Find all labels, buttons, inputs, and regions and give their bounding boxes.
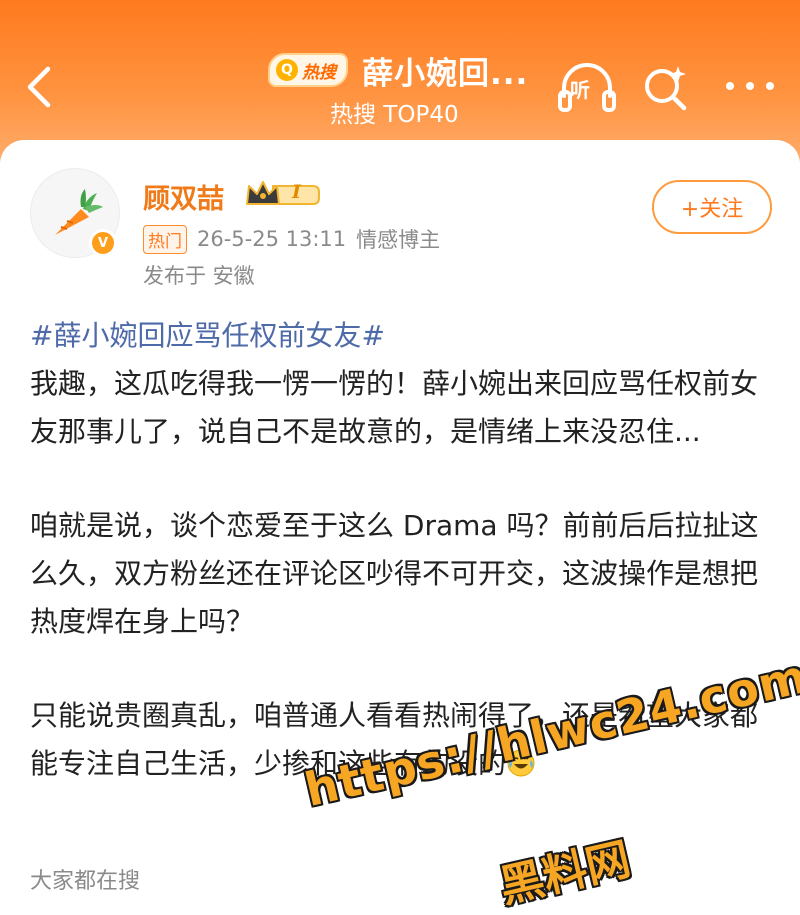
listen-button[interactable]: 听 — [556, 58, 618, 118]
hot-badge-label: 热搜 — [302, 62, 336, 83]
title-row: Q 热搜 薛小婉回... — [268, 48, 528, 92]
level-label: I — [292, 181, 301, 203]
post-card: V 顾双喆 I 热门 26-5-25 13:11 情感博主 发布于 安徽 +关注… — [0, 140, 800, 915]
page-subtitle: 热搜 TOP40 — [330, 102, 459, 128]
crown-level-icon — [246, 181, 320, 205]
listen-label: 听 — [570, 78, 590, 102]
hot-search-badge[interactable]: Q 热搜 — [268, 53, 348, 87]
dot-icon — [746, 82, 754, 90]
author-name[interactable]: 顾双喆 — [143, 177, 224, 216]
post-meta: 热门 26-5-25 13:11 情感博主 — [143, 224, 440, 254]
dot-icon — [766, 82, 774, 90]
level-badge: I — [243, 178, 321, 212]
search-q-icon: Q — [276, 59, 298, 81]
dot-icon — [726, 82, 734, 90]
laughing-tears-emoji-icon — [507, 749, 535, 777]
post-timestamp: 26-5-25 13:11 — [197, 227, 347, 251]
verified-badge-icon: V — [89, 229, 117, 257]
search-button[interactable] — [638, 60, 694, 116]
hashtag-link[interactable]: #薛小婉回应骂任权前女友# — [30, 312, 775, 360]
post-paragraph: 咱就是说，谈个恋爱至于这么 Drama 吗？前前后后拉扯这么久，双方粉丝还在评论… — [30, 509, 759, 638]
hot-tag: 热门 — [143, 224, 187, 254]
author-role: 情感博主 — [356, 228, 441, 252]
post-location: 发布于 安徽 — [143, 264, 255, 288]
post-paragraph: 只能说贵圈真乱，咱普通人看看热闹得了，还是希望大家都能专注自己生活，少掺和这些有… — [30, 692, 775, 788]
search-sparkle-icon — [645, 66, 687, 111]
post-paragraph-text: 只能说贵圈真乱，咱普通人看看热闹得了，还是希望大家都能专注自己生活，少掺和这些有… — [30, 699, 759, 780]
post-paragraph: 我趣，这瓜吃得我一愣一愣的！薛小婉出来回应骂任权前女友那事儿了，说自己不是故意的… — [30, 367, 759, 448]
more-options-button[interactable] — [722, 66, 778, 106]
post-body: #薛小婉回应骂任权前女友# 我趣，这瓜吃得我一愣一愣的！薛小婉出来回应骂任权前女… — [30, 312, 775, 788]
trending-searches-label: 大家都在搜 — [30, 869, 141, 894]
back-button[interactable] — [18, 62, 58, 112]
follow-button[interactable]: +关注 — [652, 180, 772, 234]
page-title: 薛小婉回... — [362, 55, 529, 92]
chevron-left-icon — [27, 66, 51, 108]
